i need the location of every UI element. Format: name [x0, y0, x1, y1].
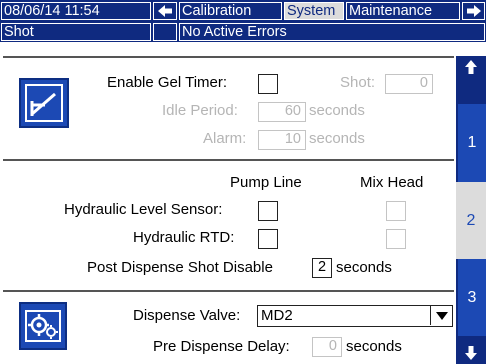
arrow-down-icon[interactable] — [458, 344, 484, 362]
pre-dispense-delay-unit: seconds — [346, 338, 402, 355]
dispense-valve-select[interactable]: MD2 — [257, 305, 453, 327]
alarm-field[interactable]: 10 — [258, 130, 306, 150]
tab-system[interactable]: System — [284, 2, 344, 20]
hydraulic-level-sensor-label: Hydraulic Level Sensor: — [64, 201, 223, 218]
post-dispense-unit: seconds — [336, 259, 392, 276]
alarm-unit: seconds — [309, 130, 365, 147]
enable-timer-icon — [19, 78, 69, 128]
divider — [3, 290, 454, 292]
divider — [3, 159, 454, 161]
tab-maintenance[interactable]: Maintenance — [346, 2, 460, 20]
error-status: No Active Errors — [179, 23, 485, 41]
top-navigation-bar: 08/06/14 11:54 Calibration System Mainte… — [0, 0, 486, 22]
page-tab-3[interactable]: 3 — [456, 259, 486, 336]
status-bar: Shot No Active Errors — [0, 22, 486, 42]
rtd-mix-head-checkbox[interactable] — [386, 229, 406, 249]
shot-label: Shot: — [340, 74, 376, 91]
dispense-valve-value: MD2 — [261, 307, 293, 324]
dispense-valve-label: Dispense Valve: — [133, 307, 241, 324]
idle-period-unit: seconds — [309, 102, 365, 119]
valve-gears-icon — [19, 302, 67, 350]
chevron-down-icon[interactable] — [430, 306, 452, 325]
rtd-pump-line-checkbox[interactable] — [258, 229, 278, 249]
page-tab-2[interactable]: 2 — [456, 182, 486, 259]
level-sensor-mix-head-checkbox[interactable] — [386, 201, 406, 221]
mix-head-header: Mix Head — [360, 174, 424, 191]
mode-indicator: Shot — [1, 23, 151, 41]
post-dispense-label: Post Dispense Shot Disable — [87, 259, 273, 276]
enable-gel-timer-checkbox[interactable] — [258, 74, 278, 94]
pre-dispense-delay-field[interactable]: 0 — [312, 337, 342, 357]
pre-dispense-delay-label: Pre Dispense Delay: — [153, 338, 290, 355]
alarm-label: Alarm: — [203, 130, 247, 147]
tab-calibration[interactable]: Calibration — [179, 2, 282, 20]
page-tab-1[interactable]: 1 — [456, 104, 486, 182]
arrow-left-icon[interactable] — [153, 2, 177, 20]
enable-gel-timer-label: Enable Gel Timer: — [107, 74, 228, 91]
arrow-right-icon[interactable] — [462, 2, 485, 20]
level-sensor-pump-line-checkbox[interactable] — [258, 201, 278, 221]
divider — [3, 56, 454, 58]
hydraulic-rtd-label: Hydraulic RTD: — [133, 229, 235, 246]
pump-line-header: Pump Line — [230, 174, 302, 191]
datetime: 08/06/14 11:54 — [1, 2, 151, 20]
arrow-up-icon[interactable] — [458, 58, 484, 76]
status-icon-slot — [153, 23, 177, 41]
idle-period-label: Idle Period: — [162, 102, 238, 119]
shot-field[interactable]: 0 — [385, 74, 433, 94]
post-dispense-field[interactable]: 2 — [312, 258, 332, 278]
settings-panel: Enable Gel Timer: Shot: 0 Idle Period: 6… — [3, 56, 454, 364]
page-navigation: 1 2 3 — [456, 56, 486, 364]
idle-period-field[interactable]: 60 — [258, 102, 306, 122]
